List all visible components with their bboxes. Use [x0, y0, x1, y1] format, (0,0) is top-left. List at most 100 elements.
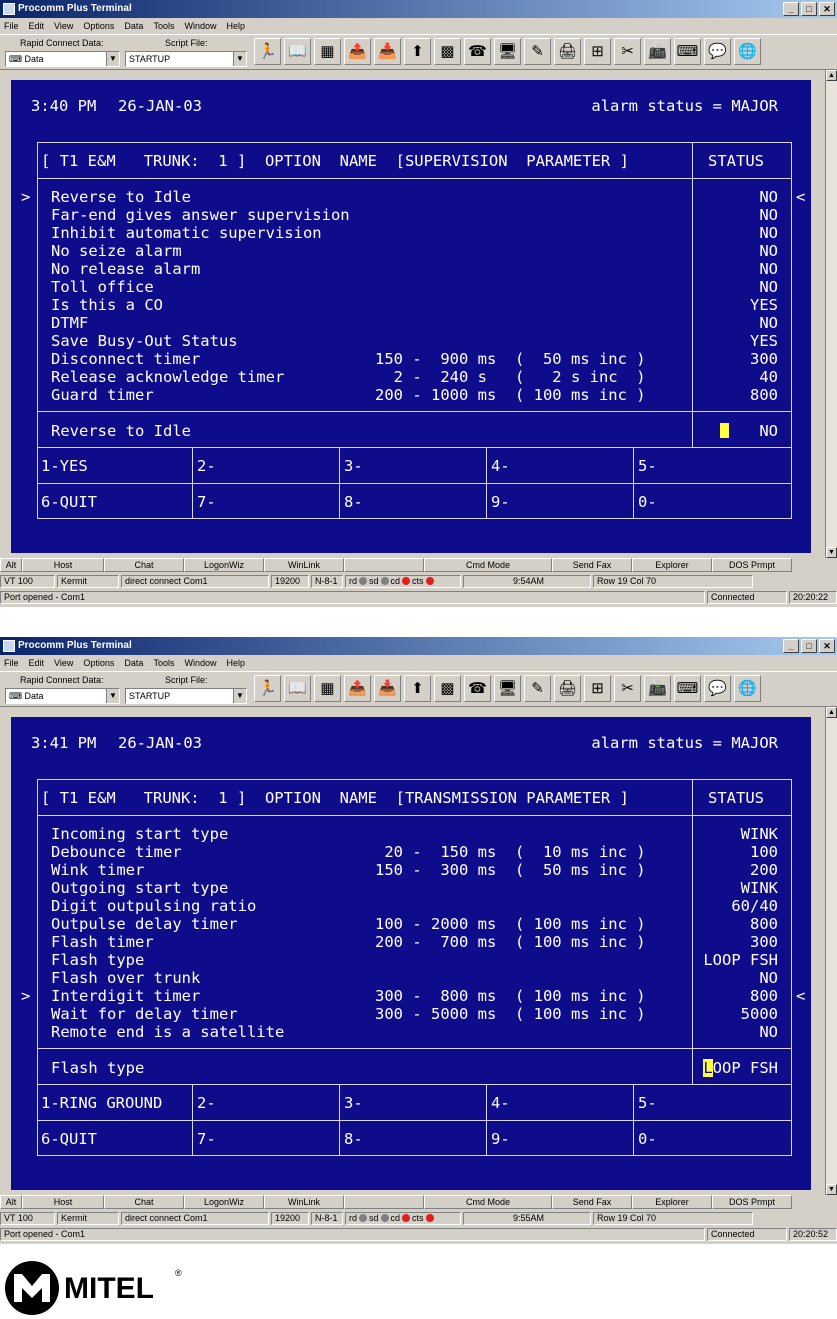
status-protocol[interactable]: Kermit [57, 575, 119, 588]
function-key-1[interactable]: 1-YES [41, 457, 88, 475]
cable-button[interactable]: ✎ [524, 38, 551, 65]
status-params[interactable]: N-8-1 [311, 1212, 343, 1225]
quick-button-cmd-mode[interactable]: Cmd Mode [424, 558, 552, 572]
function-key-9[interactable]: 9- [491, 493, 510, 511]
menu-item-options[interactable]: Options [83, 655, 114, 671]
option-status[interactable]: 5000 [741, 1005, 778, 1023]
monitor-button[interactable]: 🖥 [494, 38, 521, 65]
quick-button-explorer[interactable]: Explorer [632, 558, 712, 572]
option-status[interactable]: NO [759, 260, 778, 278]
quick-button-send-fax[interactable]: Send Fax [552, 1195, 632, 1209]
function-key-6[interactable]: 6-QUIT [41, 1130, 97, 1148]
menu-item-tools[interactable]: Tools [153, 655, 174, 671]
option-name[interactable]: Save Busy-Out Status [51, 332, 238, 350]
script-button[interactable]: ✂ [614, 38, 641, 65]
script-file-select[interactable]: STARTUP ▼ [125, 51, 247, 67]
option-status[interactable]: NO [759, 1023, 778, 1041]
quick-button-chat[interactable]: Chat [104, 558, 184, 572]
minimize-button[interactable]: _ [783, 639, 799, 653]
globe-button[interactable]: 🌐 [734, 675, 761, 702]
quick-button-host[interactable]: Host [22, 1195, 104, 1209]
function-key-0[interactable]: 0- [638, 493, 657, 511]
quick-button-winlink[interactable]: WinLink [264, 1195, 344, 1209]
function-key-2[interactable]: 2- [197, 457, 216, 475]
menu-item-window[interactable]: Window [184, 18, 216, 34]
upload-button[interactable]: ⬆ [404, 38, 431, 65]
option-name[interactable]: Flash type [51, 951, 144, 969]
status-emulation[interactable]: VT 100 [0, 1212, 55, 1225]
dropdown-arrow-icon[interactable]: ▼ [106, 689, 119, 703]
menu-item-options[interactable]: Options [83, 18, 114, 34]
status-connection[interactable]: direct connect Com1 [121, 1212, 269, 1225]
scroll-up-icon[interactable]: ▲ [826, 707, 837, 718]
option-status[interactable]: NO [759, 242, 778, 260]
status-connection[interactable]: direct connect Com1 [121, 575, 269, 588]
option-status[interactable]: 300 [750, 350, 778, 368]
option-status[interactable]: WINK [741, 825, 778, 843]
status-emulation[interactable]: VT 100 [0, 575, 55, 588]
vertical-scrollbar[interactable]: ▲ ▼ [825, 70, 837, 558]
option-name[interactable]: Flash over trunk [51, 969, 200, 987]
function-key-0[interactable]: 0- [638, 1130, 657, 1148]
mode-button[interactable]: ▦ [314, 675, 341, 702]
connect-button[interactable]: 🏃 [254, 38, 281, 65]
keyboard-button[interactable]: ⌨ [674, 675, 701, 702]
menu-item-file[interactable]: File [4, 655, 19, 671]
option-name[interactable]: Reverse to Idle [51, 188, 191, 206]
option-name[interactable]: Debounce timer [51, 843, 182, 861]
option-name[interactable]: Wink timer [51, 861, 144, 879]
option-name[interactable]: Outgoing start type [51, 879, 228, 897]
hangup-button[interactable]: ☎ [464, 38, 491, 65]
phonebook-button[interactable]: 📖 [284, 38, 311, 65]
option-status[interactable]: 200 [750, 861, 778, 879]
quick-button-explorer[interactable]: Explorer [632, 1195, 712, 1209]
menu-item-help[interactable]: Help [226, 655, 245, 671]
scroll-up-icon[interactable]: ▲ [826, 70, 837, 81]
function-key-8[interactable]: 8- [344, 493, 363, 511]
quick-button-cmd-mode[interactable]: Cmd Mode [424, 1195, 552, 1209]
quick-button-winlink[interactable]: WinLink [264, 558, 344, 572]
quick-button-alt[interactable]: Alt [0, 1195, 22, 1209]
function-key-4[interactable]: 4- [491, 1094, 510, 1112]
scroll-down-icon[interactable]: ▼ [826, 1184, 837, 1195]
option-name[interactable]: Is this a CO [51, 296, 163, 314]
scroll-down-icon[interactable]: ▼ [826, 547, 837, 558]
fax-button[interactable]: 📠 [644, 675, 671, 702]
quick-button-host[interactable]: Host [22, 558, 104, 572]
option-status[interactable]: 100 [750, 843, 778, 861]
function-key-6[interactable]: 6-QUIT [41, 493, 97, 511]
option-status[interactable]: 800 [750, 386, 778, 404]
option-name[interactable]: Disconnect timer [51, 350, 200, 368]
chat-button[interactable]: 💬 [704, 38, 731, 65]
quick-button-dos-prmpt[interactable]: DOS Prmpt [712, 1195, 792, 1209]
option-status[interactable]: 40 [759, 368, 778, 386]
option-name[interactable]: Incoming start type [51, 825, 228, 843]
meta-button[interactable]: ▩ [434, 675, 461, 702]
option-name[interactable]: Guard timer [51, 386, 154, 404]
vertical-scrollbar[interactable]: ▲ ▼ [825, 707, 837, 1195]
function-key-5[interactable]: 5- [638, 1094, 657, 1112]
quick-button-blank[interactable] [344, 1195, 424, 1209]
option-name[interactable]: Remote end is a satellite [51, 1023, 284, 1041]
mode-button[interactable]: ▦ [314, 38, 341, 65]
terminal-screen[interactable]: 3:41 PM 26-JAN-03 alarm status = MAJOR [ T1… [11, 717, 811, 1190]
function-key-9[interactable]: 9- [491, 1130, 510, 1148]
maximize-button[interactable]: □ [801, 639, 817, 653]
function-key-5[interactable]: 5- [638, 457, 657, 475]
dropdown-arrow-icon[interactable]: ▼ [106, 52, 119, 66]
menu-item-help[interactable]: Help [226, 18, 245, 34]
globe-button[interactable]: 🌐 [734, 38, 761, 65]
quick-button-dos-prmpt[interactable]: DOS Prmpt [712, 558, 792, 572]
selected-option-value[interactable]: LOOP FSH [703, 1059, 778, 1077]
meta-button[interactable]: ▩ [434, 38, 461, 65]
option-status[interactable]: NO [759, 224, 778, 242]
option-status[interactable]: 60/40 [731, 897, 778, 915]
receive-file-button[interactable]: 📥 [374, 38, 401, 65]
option-status[interactable]: NO [759, 188, 778, 206]
maximize-button[interactable]: □ [801, 2, 817, 16]
send-file-button[interactable]: 📤 [344, 38, 371, 65]
option-status[interactable]: LOOP FSH [703, 951, 778, 969]
function-key-3[interactable]: 3- [344, 457, 363, 475]
menu-item-edit[interactable]: Edit [29, 655, 45, 671]
option-name[interactable]: Far-end gives answer supervision [51, 206, 350, 224]
